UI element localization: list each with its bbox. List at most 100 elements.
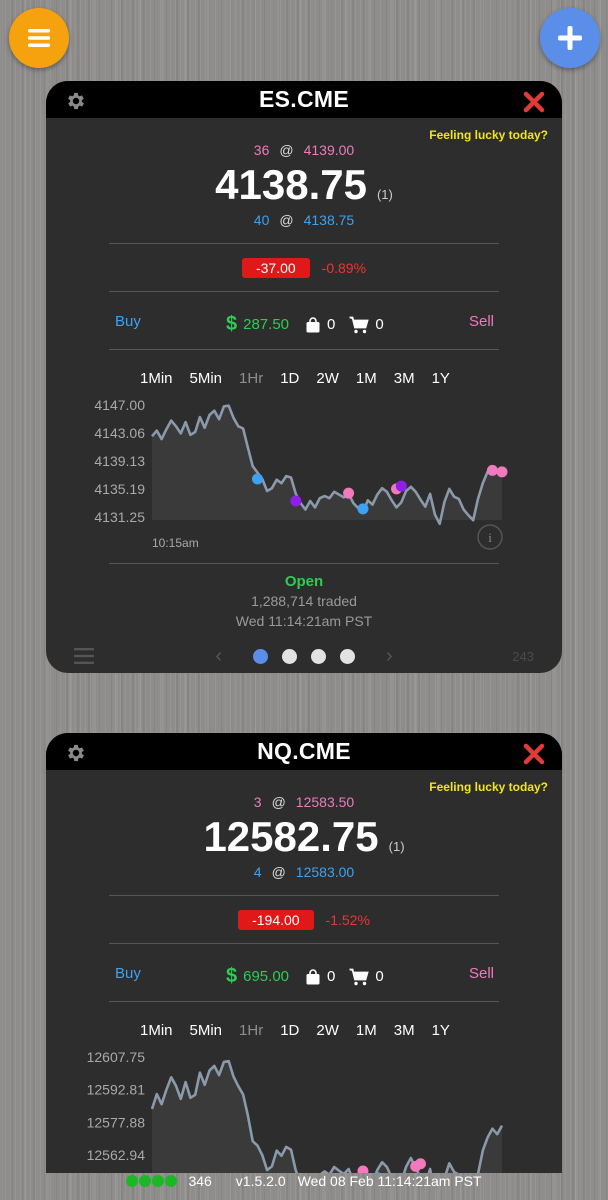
- change-badge: -37.00: [241, 258, 310, 278]
- quote-card: NQ.CME Feeling lucky today? 3 @ 12583.50…: [46, 733, 562, 1173]
- chevron-left-icon[interactable]: ‹: [215, 645, 222, 668]
- y-tick-label: 12607.75: [87, 1049, 146, 1065]
- tab-1m[interactable]: 1M: [356, 370, 377, 387]
- tab-1min[interactable]: 1Min: [140, 370, 173, 387]
- buy-button[interactable]: Buy: [115, 313, 141, 330]
- trade-marker[interactable]: [357, 503, 369, 515]
- cart-count: 0: [375, 968, 384, 985]
- divider: [109, 291, 499, 292]
- last-size: (1): [376, 187, 393, 202]
- tab-3m[interactable]: 3M: [394, 370, 415, 387]
- ask-size: 3: [253, 794, 262, 810]
- pager-dot[interactable]: [311, 649, 326, 664]
- chevron-right-icon[interactable]: ›: [386, 645, 393, 668]
- trade-marker[interactable]: [496, 466, 508, 478]
- ask-row: 36 @ 4139.00: [46, 142, 562, 158]
- tab-5min[interactable]: 5Min: [190, 1022, 223, 1039]
- change-row: -194.00 -1.52%: [46, 910, 562, 930]
- trade-marker[interactable]: [395, 480, 407, 492]
- tab-1hr[interactable]: 1Hr: [239, 1022, 263, 1039]
- trade-marker[interactable]: [343, 487, 355, 499]
- price-area: [152, 1061, 502, 1173]
- divider: [109, 1001, 499, 1002]
- tab-1d[interactable]: 1D: [280, 370, 299, 387]
- pager-dot[interactable]: [282, 649, 297, 664]
- buy-button[interactable]: Buy: [115, 965, 141, 982]
- last-price-row: 12582.75 (1): [46, 813, 562, 861]
- symbol-title: NQ.CME: [257, 738, 351, 764]
- tab-3m[interactable]: 3M: [394, 1022, 415, 1039]
- price-chart[interactable]: 12607.75 12592.81 12577.88 12562.94: [46, 1045, 562, 1173]
- last-price-row: 4138.75 (1): [46, 161, 562, 209]
- app-version: v1.5.2.0: [235, 1173, 286, 1189]
- price-area: [152, 405, 502, 524]
- change-badge: -194.00: [238, 910, 314, 930]
- tab-1hr[interactable]: 1Hr: [239, 370, 263, 387]
- gear-icon[interactable]: [65, 742, 87, 764]
- bag-count: 0: [327, 316, 336, 333]
- tab-1d[interactable]: 1D: [280, 1022, 299, 1039]
- sell-button[interactable]: Sell: [469, 313, 494, 330]
- trade-marker[interactable]: [290, 495, 302, 507]
- close-icon[interactable]: [522, 742, 546, 766]
- svg-text:i: i: [488, 530, 492, 545]
- add-symbol-button[interactable]: [540, 8, 600, 68]
- tab-1min[interactable]: 1Min: [140, 1022, 173, 1039]
- quote-timestamp: Wed 11:14:21am PST: [235, 613, 373, 629]
- dollar-icon: $: [226, 313, 238, 335]
- tab-2w[interactable]: 2W: [316, 1022, 339, 1039]
- cart-icon: [349, 968, 370, 985]
- close-icon[interactable]: [522, 90, 546, 114]
- divider: [109, 563, 499, 564]
- y-tick-label: 12577.88: [87, 1114, 146, 1130]
- ask-row: 3 @ 12583.50: [46, 794, 562, 810]
- ask-price: 4139.00: [303, 142, 355, 158]
- timeframe-tabs: 1Min 5Min 1Hr 1D 2W 1M 3M 1Y: [140, 370, 467, 387]
- cash-value: 287.50: [243, 316, 290, 333]
- bid-row: 40 @ 4138.75: [46, 212, 562, 228]
- tab-1m[interactable]: 1M: [356, 1022, 377, 1039]
- info-icon[interactable]: i: [476, 523, 504, 551]
- bid-row: 4 @ 12583.00: [46, 864, 562, 880]
- tab-5min[interactable]: 5Min: [190, 370, 223, 387]
- trade-marker[interactable]: [486, 464, 498, 476]
- ask-size: 36: [253, 142, 270, 158]
- last-price: 12582.75: [203, 813, 379, 860]
- connection-dot: [126, 1175, 139, 1187]
- trade-row: Buy $ 695.00 0 0 Sell: [46, 965, 562, 989]
- gear-icon[interactable]: [65, 90, 87, 112]
- bag-icon: [306, 316, 320, 332]
- cash-value: 695.00: [243, 968, 290, 985]
- y-tick-label: 12562.94: [87, 1147, 146, 1163]
- pager: ‹ ›: [46, 645, 562, 668]
- x-tick-label: 10:15am: [152, 536, 199, 550]
- y-tick-label: 4143.06: [94, 425, 145, 441]
- bag-count: 0: [327, 968, 336, 985]
- sell-button[interactable]: Sell: [469, 965, 494, 982]
- y-tick-label: 4131.25: [94, 509, 145, 525]
- connection-dot: [152, 1175, 165, 1187]
- divider: [109, 243, 499, 244]
- cart-icon: [349, 316, 370, 333]
- trade-marker[interactable]: [251, 473, 263, 485]
- status-datetime: Wed 08 Feb 11:14:21am PST: [297, 1173, 482, 1189]
- last-price: 4138.75: [215, 161, 367, 208]
- feeling-lucky-link[interactable]: Feeling lucky today?: [429, 128, 548, 142]
- market-status: Open: [284, 573, 324, 590]
- feeling-lucky-link[interactable]: Feeling lucky today?: [429, 780, 548, 794]
- main-menu-button[interactable]: [9, 8, 69, 68]
- tab-1y[interactable]: 1Y: [432, 370, 450, 387]
- tab-1y[interactable]: 1Y: [432, 1022, 450, 1039]
- bag-icon: [306, 968, 320, 984]
- hamburger-icon: [28, 29, 50, 47]
- at-symbol: @: [271, 864, 286, 880]
- pager-dot[interactable]: [340, 649, 355, 664]
- change-percent: -1.52%: [325, 912, 370, 928]
- connection-dot: [139, 1175, 152, 1187]
- change-row: -37.00 -0.89%: [46, 258, 562, 278]
- pager-dot[interactable]: [253, 649, 268, 664]
- status-count: 346: [188, 1173, 212, 1189]
- tab-2w[interactable]: 2W: [316, 370, 339, 387]
- card-header: ES.CME: [46, 81, 562, 118]
- at-symbol: @: [271, 794, 286, 810]
